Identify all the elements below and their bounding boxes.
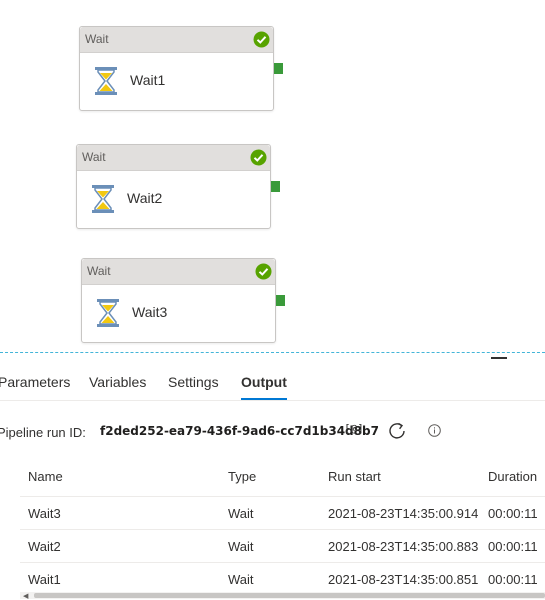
activity-wait3[interactable]: Wait Wait3 bbox=[81, 258, 285, 343]
column-header-run-start[interactable]: Run start bbox=[328, 469, 381, 484]
collapse-panel-icon[interactable] bbox=[491, 357, 507, 359]
hourglass-icon bbox=[92, 185, 114, 213]
activity-runs-table: Name Type Run start Duration Wait3 Wait … bbox=[20, 456, 545, 595]
cell-run-start: 2021-08-23T14:35:00.914 bbox=[328, 506, 479, 521]
hourglass-icon bbox=[97, 299, 119, 327]
activity-wait2[interactable]: Wait Wait2 bbox=[76, 144, 280, 229]
table-row[interactable]: Wait3 Wait 2021-08-23T14:35:00.914 00:00… bbox=[20, 497, 545, 530]
copy-icon[interactable]: [@] bbox=[344, 422, 364, 435]
activity-header: Wait bbox=[77, 145, 270, 171]
success-check-icon bbox=[255, 263, 272, 280]
success-check-icon bbox=[250, 149, 267, 166]
pipeline-canvas[interactable]: Wait Wait1 Wait Wait2 Wait Wait3 bbox=[0, 0, 545, 352]
tab-output[interactable]: Output bbox=[241, 374, 287, 390]
activity-type-label: Wait bbox=[82, 150, 106, 164]
cell-name: Wait1 bbox=[28, 572, 61, 587]
column-header-duration[interactable]: Duration bbox=[488, 469, 537, 484]
activity-header: Wait bbox=[82, 259, 275, 285]
cell-type: Wait bbox=[228, 539, 254, 554]
activity-name: Wait1 bbox=[130, 72, 166, 88]
table-row[interactable]: Wait2 Wait 2021-08-23T14:35:00.883 00:00… bbox=[20, 530, 545, 563]
scrollbar-thumb[interactable] bbox=[34, 593, 545, 598]
table-row[interactable]: Wait1 Wait 2021-08-23T14:35:00.851 00:00… bbox=[20, 563, 545, 595]
tab-parameters[interactable]: Parameters bbox=[0, 374, 70, 390]
output-port[interactable] bbox=[271, 181, 280, 192]
table-header-row: Name Type Run start Duration bbox=[20, 456, 545, 497]
activity-name: Wait2 bbox=[127, 190, 163, 206]
column-header-name[interactable]: Name bbox=[28, 469, 63, 484]
tab-variables[interactable]: Variables bbox=[89, 374, 146, 390]
cell-name: Wait3 bbox=[28, 506, 61, 521]
cell-duration: 00:00:11 bbox=[488, 539, 538, 554]
activity-wait1[interactable]: Wait Wait1 bbox=[79, 26, 283, 111]
cell-run-start: 2021-08-23T14:35:00.851 bbox=[328, 572, 479, 587]
output-port[interactable] bbox=[276, 295, 285, 306]
pipeline-run-id-label: Pipeline run ID: bbox=[0, 425, 86, 440]
panel-splitter[interactable] bbox=[0, 352, 545, 353]
activity-name: Wait3 bbox=[132, 304, 168, 320]
activity-header: Wait bbox=[80, 27, 273, 53]
cell-type: Wait bbox=[228, 506, 254, 521]
output-port[interactable] bbox=[274, 63, 283, 74]
pipeline-run-id-row: Pipeline run ID: f2ded252-ea79-436f-9ad6… bbox=[0, 416, 545, 446]
cell-duration: 00:00:11 bbox=[488, 506, 538, 521]
pipeline-run-id-value: f2ded252-ea79-436f-9ad6-cc7d1b34d8b7 bbox=[100, 424, 379, 438]
column-header-type[interactable]: Type bbox=[228, 469, 256, 484]
cell-type: Wait bbox=[228, 572, 254, 587]
bottom-panel-tabs: Parameters Variables Settings Output bbox=[0, 364, 545, 402]
cell-run-start: 2021-08-23T14:35:00.883 bbox=[328, 539, 479, 554]
activity-type-label: Wait bbox=[85, 32, 109, 46]
refresh-icon[interactable] bbox=[387, 421, 407, 441]
success-check-icon bbox=[253, 31, 270, 48]
activity-type-label: Wait bbox=[87, 264, 111, 278]
cell-duration: 00:00:11 bbox=[488, 572, 538, 587]
tabs-divider bbox=[0, 400, 545, 401]
cell-name: Wait2 bbox=[28, 539, 61, 554]
hourglass-icon bbox=[95, 67, 117, 95]
tab-settings[interactable]: Settings bbox=[168, 374, 219, 390]
horizontal-scrollbar[interactable]: ◀ bbox=[20, 592, 545, 600]
info-icon[interactable] bbox=[428, 424, 441, 437]
